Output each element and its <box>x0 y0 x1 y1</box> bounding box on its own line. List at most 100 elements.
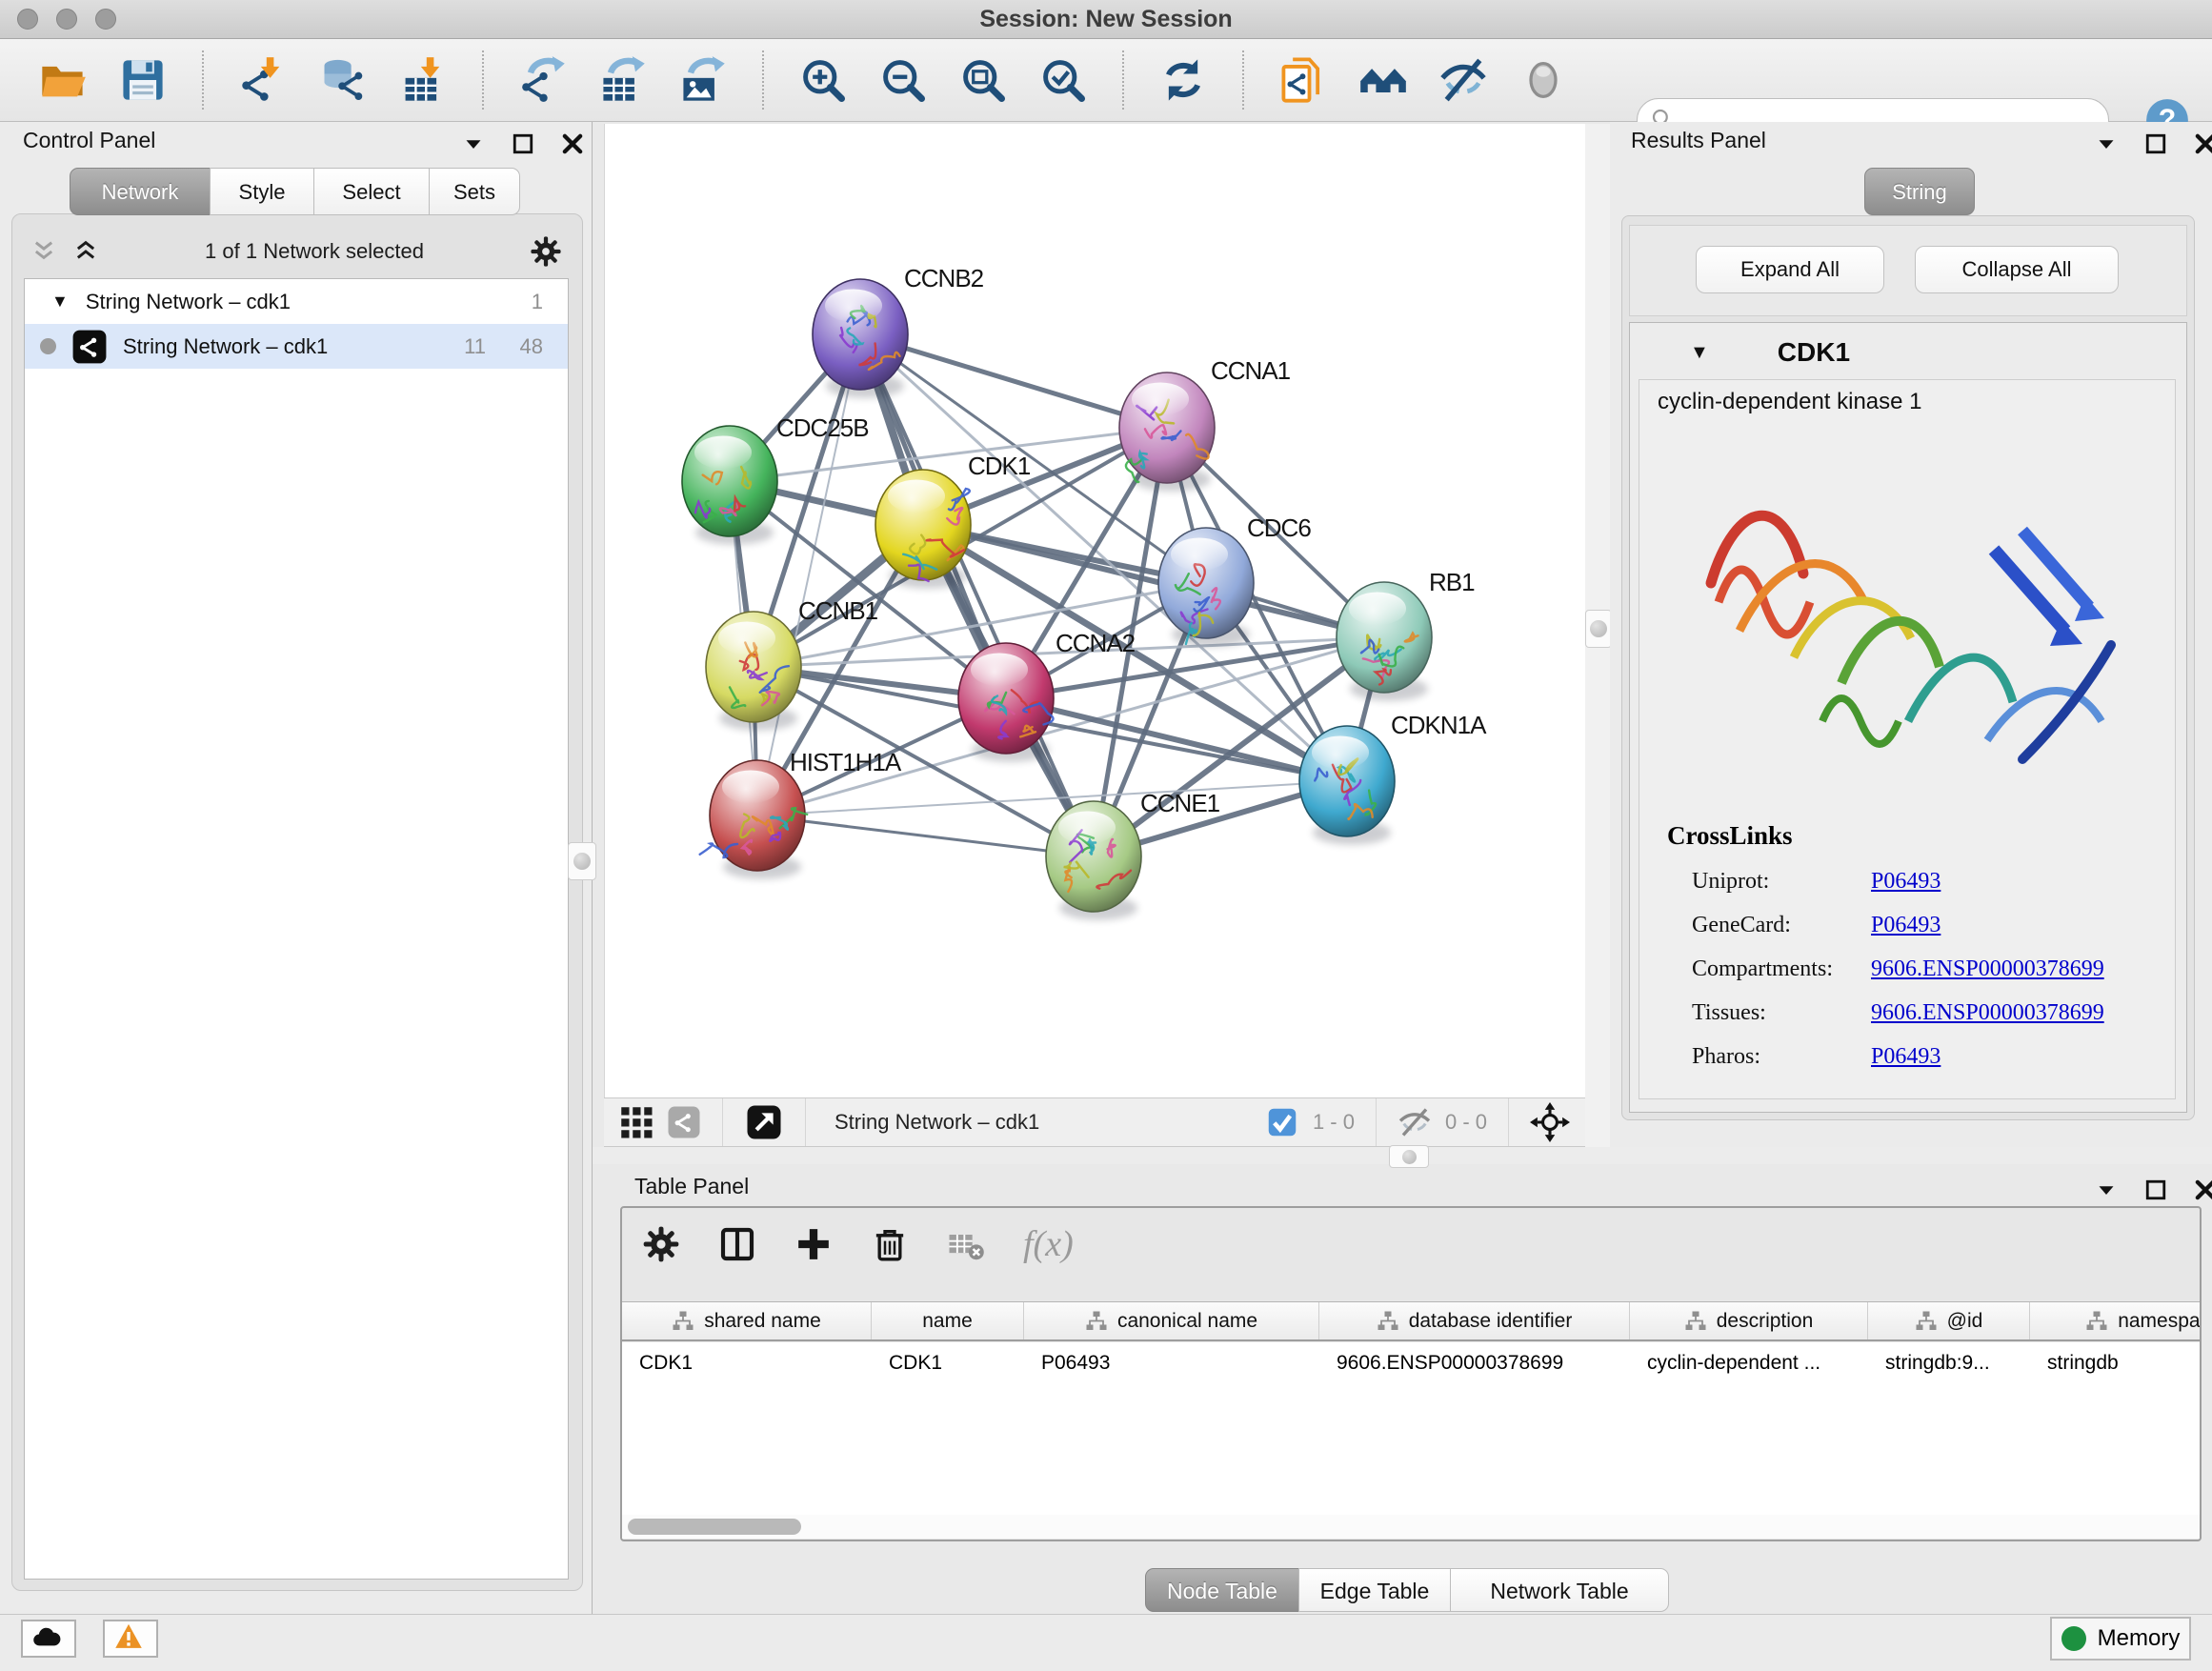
tab-string[interactable]: String <box>1864 168 1975 215</box>
tab-select[interactable]: Select <box>313 168 430 215</box>
collapse-panel-icon[interactable] <box>459 130 488 158</box>
show-columns-icon[interactable] <box>718 1225 756 1263</box>
zoom-out-icon[interactable] <box>878 55 928 105</box>
network-node-CDC6[interactable] <box>1158 528 1254 647</box>
expand-all-button[interactable]: Expand All <box>1696 246 1884 293</box>
scrollbar-thumb[interactable] <box>628 1519 801 1535</box>
tab-network-table[interactable]: Network Table <box>1450 1568 1669 1612</box>
node-result-header[interactable]: ▼ CDK1 <box>1629 330 2185 375</box>
network-view-icon[interactable] <box>667 1105 701 1139</box>
tab-edge-table[interactable]: Edge Table <box>1298 1568 1451 1612</box>
table-cell[interactable]: CDK1 <box>872 1342 1024 1384</box>
export-image-icon[interactable] <box>678 55 728 105</box>
node-label: CDK1 <box>968 452 1031 480</box>
close-panel-icon[interactable] <box>2191 130 2212 158</box>
table-row[interactable]: CDK1CDK1P064939606.ENSP00000378699cyclin… <box>622 1342 2200 1384</box>
grid-view-icon[interactable] <box>619 1105 654 1139</box>
zoom-in-icon[interactable] <box>798 55 848 105</box>
clone-network-icon[interactable] <box>1278 55 1328 105</box>
network-node-CCNA2[interactable] <box>958 643 1054 762</box>
column-header-shared-name[interactable]: shared name <box>622 1302 872 1339</box>
crosslink-link[interactable]: 9606.ENSP00000378699 <box>1871 956 2104 982</box>
network-edge[interactable] <box>757 334 860 815</box>
cloud-status-button[interactable] <box>21 1620 76 1658</box>
network-edge[interactable] <box>860 334 1094 856</box>
horizontal-splitter-handle[interactable] <box>1389 1145 1429 1168</box>
network-graph[interactable]: CCNB2CCNA1CDC25BCDK1CDC6RB1CCNB1CCNA2CDK… <box>604 124 1585 1097</box>
tab-node-table[interactable]: Node Table <box>1145 1568 1299 1612</box>
network-node-HIST1H1A[interactable] <box>700 760 808 879</box>
table-horizontal-scrollbar[interactable] <box>622 1515 2200 1539</box>
network-node-RB1[interactable] <box>1337 582 1432 701</box>
hide-panel-icon[interactable] <box>1438 55 1488 105</box>
network-row-selected[interactable]: String Network – cdk1 11 48 <box>25 324 568 369</box>
birdseye-view-icon[interactable] <box>1530 1102 1570 1142</box>
network-node-CCNB2[interactable] <box>813 279 908 398</box>
collapse-all-button[interactable]: Collapse All <box>1915 246 2119 293</box>
title-bar: Session: New Session <box>0 0 2212 39</box>
crosslink-link[interactable]: P06493 <box>1871 913 1941 938</box>
network-node-CCNE1[interactable] <box>1046 801 1141 920</box>
collapse-all-networks-icon[interactable] <box>30 238 57 265</box>
import-table-icon[interactable] <box>398 55 448 105</box>
column-header-name[interactable]: name <box>872 1302 1024 1339</box>
network-collection-row[interactable]: ▼ String Network – cdk1 1 <box>25 279 568 324</box>
float-panel-icon[interactable] <box>2142 130 2170 158</box>
string-home-icon[interactable] <box>1358 55 1408 105</box>
network-edge[interactable] <box>757 815 1094 856</box>
close-panel-icon[interactable] <box>2191 1176 2212 1204</box>
column-label: database identifier <box>1409 1310 1573 1333</box>
zoom-fit-icon[interactable] <box>958 55 1008 105</box>
selected-items-checkbox[interactable] <box>1265 1105 1299 1139</box>
network-node-CDKN1A[interactable] <box>1299 726 1395 845</box>
table-cell[interactable]: stringdb <box>2030 1342 2200 1384</box>
column-header-description[interactable]: description <box>1630 1302 1868 1339</box>
crosslink-link[interactable]: P06493 <box>1871 869 1941 895</box>
table-cell[interactable]: cyclin-dependent ... <box>1630 1342 1868 1384</box>
float-panel-icon[interactable] <box>2142 1176 2170 1204</box>
network-edge[interactable] <box>923 525 1384 637</box>
expand-all-networks-icon[interactable] <box>72 238 99 265</box>
warnings-button[interactable] <box>103 1620 158 1658</box>
network-node-CCNB1[interactable] <box>706 612 801 731</box>
zoom-selected-icon[interactable] <box>1038 55 1088 105</box>
network-options-gear-icon[interactable] <box>530 235 562 268</box>
network-node-CCNA1[interactable] <box>1119 372 1215 492</box>
left-splitter-handle[interactable] <box>568 842 596 880</box>
tab-sets[interactable]: Sets <box>429 168 520 215</box>
close-panel-icon[interactable] <box>558 130 587 158</box>
column-header-namespace[interactable]: namespace <box>2030 1302 2200 1339</box>
collapse-entry-icon[interactable]: ▼ <box>1690 342 1709 364</box>
collapse-panel-icon[interactable] <box>2092 1176 2121 1204</box>
memory-button[interactable]: Memory <box>2050 1617 2191 1661</box>
import-network-icon[interactable] <box>238 55 288 105</box>
float-panel-icon[interactable] <box>509 130 537 158</box>
save-session-icon[interactable] <box>118 55 168 105</box>
crosslink-link[interactable]: P06493 <box>1871 1044 1941 1070</box>
open-session-icon[interactable] <box>38 55 88 105</box>
right-splitter-handle[interactable] <box>1585 610 1612 648</box>
export-table-icon[interactable] <box>598 55 648 105</box>
network-node-CDC25B[interactable] <box>682 426 777 545</box>
column-header-@id[interactable]: @id <box>1868 1302 2030 1339</box>
export-network-icon[interactable] <box>518 55 568 105</box>
tab-style[interactable]: Style <box>210 168 314 215</box>
table-cell[interactable]: CDK1 <box>622 1342 872 1384</box>
table-cell[interactable]: P06493 <box>1024 1342 1319 1384</box>
detach-view-icon[interactable] <box>744 1102 784 1142</box>
tab-network[interactable]: Network <box>70 168 211 215</box>
column-header-database-identifier[interactable]: database identifier <box>1319 1302 1630 1339</box>
collapse-panel-icon[interactable] <box>2092 130 2121 158</box>
refresh-layout-icon[interactable] <box>1158 55 1208 105</box>
import-database-icon[interactable] <box>318 55 368 105</box>
network-node-CDK1[interactable] <box>875 470 971 589</box>
table-cell[interactable]: 9606.ENSP00000378699 <box>1319 1342 1630 1384</box>
crosslink-link[interactable]: 9606.ENSP00000378699 <box>1871 1000 2104 1026</box>
tree-expander-icon[interactable]: ▼ <box>51 292 69 312</box>
table-options-gear-icon[interactable] <box>642 1225 680 1263</box>
table-cell[interactable]: stringdb:9... <box>1868 1342 2030 1384</box>
column-header-canonical-name[interactable]: canonical name <box>1024 1302 1319 1339</box>
add-column-icon[interactable] <box>794 1225 833 1263</box>
delete-column-icon[interactable] <box>871 1225 909 1263</box>
show-panel-icon[interactable] <box>1518 55 1568 105</box>
